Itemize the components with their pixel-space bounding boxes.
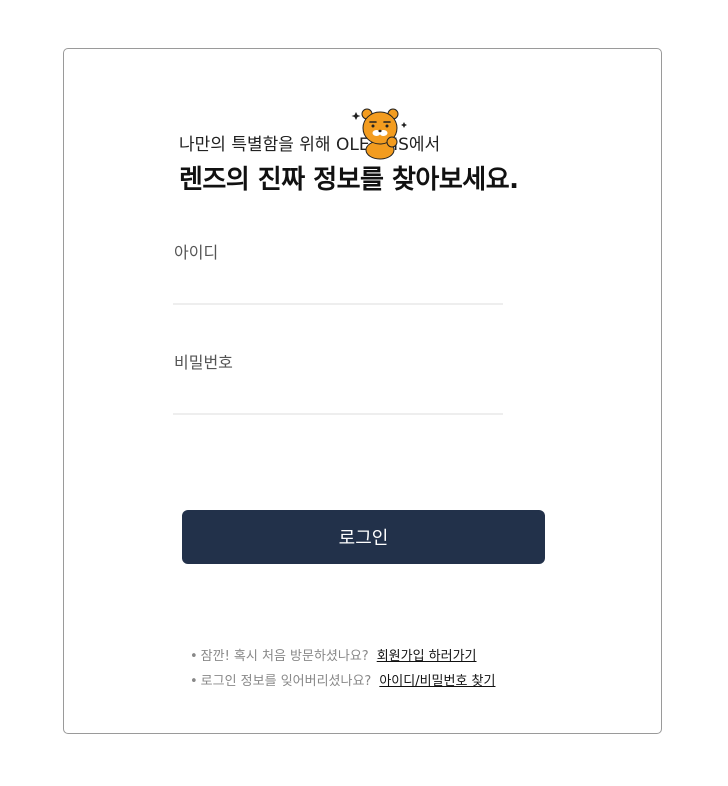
signup-help-line: • 잠깐! 혹시 처음 방문하셨나요? 회원가입 하러가기 (190, 648, 477, 666)
id-input[interactable] (173, 275, 503, 305)
password-label: 비밀번호 (174, 353, 233, 372)
password-input[interactable] (173, 385, 503, 415)
id-label: 아이디 (174, 243, 219, 262)
find-account-link[interactable]: 아이디/비밀번호 찾기 (379, 674, 495, 689)
signup-link[interactable]: 회원가입 하러가기 (377, 649, 477, 664)
find-account-prompt: 로그인 정보를 잊어버리셨나요? (200, 674, 372, 689)
ryan-mascot-icon (351, 108, 407, 160)
bullet: • (190, 674, 198, 689)
login-button[interactable]: 로그인 (182, 510, 545, 564)
signup-prompt: 잠깐! 혹시 처음 방문하셨나요? (200, 649, 369, 664)
bullet: • (190, 649, 198, 664)
find-account-help-line: • 로그인 정보를 잊어버리셨나요? 아이디/비밀번호 찾기 (190, 673, 495, 691)
page-title: 렌즈의 진짜 정보를 찾아보세요. (179, 165, 519, 195)
